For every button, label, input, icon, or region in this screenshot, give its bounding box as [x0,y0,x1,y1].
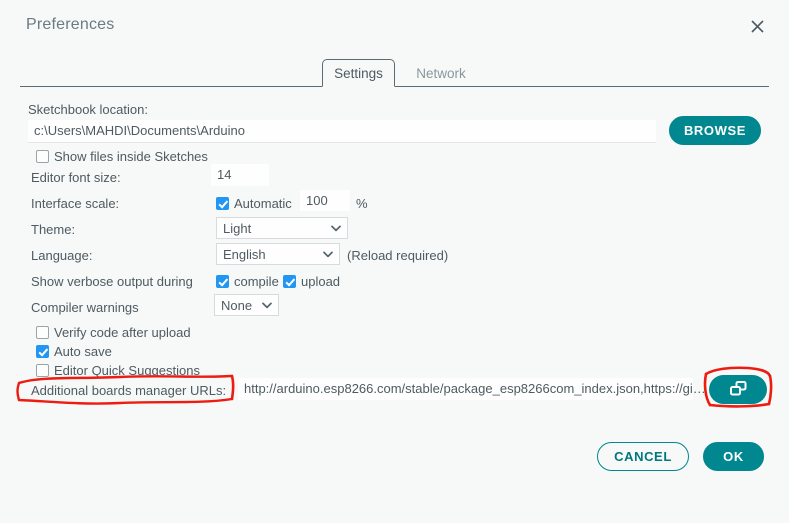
ok-button[interactable]: OK [703,442,764,471]
verbose-compile-checkbox[interactable] [216,274,229,288]
interface-scale-label: Interface scale: [31,195,120,211]
interface-scale-unit-label: % [356,195,368,211]
editor-quick-suggestions-checkbox[interactable] [36,363,49,377]
dialog-titlebar: Preferences [0,0,789,52]
compiler-warnings-label: Compiler warnings [31,299,139,315]
editor-quick-suggestions-row: Editor Quick Suggestions [36,359,200,381]
tab-bar: Settings Network [20,58,769,87]
tab-network-label: Network [416,65,466,81]
auto-save-checkbox[interactable] [36,344,49,358]
tab-settings-label: Settings [334,65,383,81]
editor-font-size-value: 14 [217,167,232,182]
additional-urls-label: Additional boards manager URLs: [31,382,227,398]
page-title: Preferences [26,16,115,33]
verify-code-after-upload-label: Verify code after upload [54,324,191,340]
verify-code-after-upload-checkbox[interactable] [36,325,49,339]
show-files-inside-sketches-checkbox[interactable] [36,149,49,163]
language-reload-note: (Reload required) [347,244,448,266]
verbose-upload-checkbox[interactable] [283,274,296,288]
show-files-inside-sketches-label: Show files inside Sketches [54,148,208,164]
language-reload-note-label: (Reload required) [347,247,449,263]
verbose-output-label: Show verbose output during [31,273,193,289]
sketchbook-location-input[interactable]: c:\Users\MAHDI\Documents\Arduino [28,120,656,142]
language-label: Language: [31,247,93,263]
chevron-down-icon [323,251,333,258]
sketchbook-location-row: Sketchbook location: [28,98,148,120]
close-button[interactable] [745,14,769,38]
verbose-upload-group: upload [283,270,340,292]
language-select[interactable]: English [216,243,340,265]
cancel-button-label: CANCEL [614,449,672,464]
open-windows-icon [729,380,748,400]
ok-button-label: OK [723,449,744,464]
editor-font-size-row: Editor font size: [31,166,121,188]
additional-urls-edit-button[interactable] [709,375,767,404]
cancel-button[interactable]: CANCEL [597,442,689,471]
theme-label: Theme: [31,221,76,237]
interface-scale-value: 100 [306,193,328,208]
sketchbook-location-value: c:\Users\MAHDI\Documents\Arduino [34,123,245,138]
theme-row: Theme: [31,218,75,240]
editor-font-size-label: Editor font size: [31,169,121,185]
close-icon [750,19,765,34]
show-files-inside-sketches-row: Show files inside Sketches [36,145,208,167]
sketchbook-location-label: Sketchbook location: [28,101,148,117]
language-row: Language: [31,244,92,266]
additional-urls-value: http://arduino.esp8266.com/stable/packag… [244,381,706,396]
editor-quick-suggestions-label: Editor Quick Suggestions [54,362,200,378]
compiler-warnings-row: Compiler warnings [31,296,139,318]
verbose-compile-label: compile [234,273,279,289]
interface-scale-automatic-label: Automatic [234,195,292,211]
editor-font-size-input[interactable]: 14 [211,164,269,186]
browse-button[interactable]: BROWSE [669,116,761,145]
language-select-value: English [223,246,266,262]
verbose-upload-label: upload [301,273,341,289]
interface-scale-unit: % [356,192,368,214]
theme-select[interactable]: Light [216,217,348,239]
compiler-warnings-select[interactable]: None [214,294,279,316]
auto-save-label: Auto save [54,343,112,359]
verbose-compile-group: compile [216,270,279,292]
interface-scale-automatic-checkbox[interactable] [216,196,229,210]
chevron-down-icon [331,225,341,232]
tab-settings[interactable]: Settings [322,59,395,87]
interface-scale-row: Interface scale: [31,192,119,214]
interface-scale-automatic-group: Automatic [216,192,292,214]
verbose-output-row: Show verbose output during [31,270,193,292]
tab-network[interactable]: Network [403,59,479,87]
additional-urls-row: Additional boards manager URLs: [31,379,226,401]
additional-urls-input[interactable]: http://arduino.esp8266.com/stable/packag… [238,378,706,400]
chevron-down-icon [262,302,272,309]
compiler-warnings-select-value: None [221,297,253,313]
interface-scale-input[interactable]: 100 [300,190,350,211]
theme-select-value: Light [223,220,252,236]
browse-button-label: BROWSE [683,123,747,138]
